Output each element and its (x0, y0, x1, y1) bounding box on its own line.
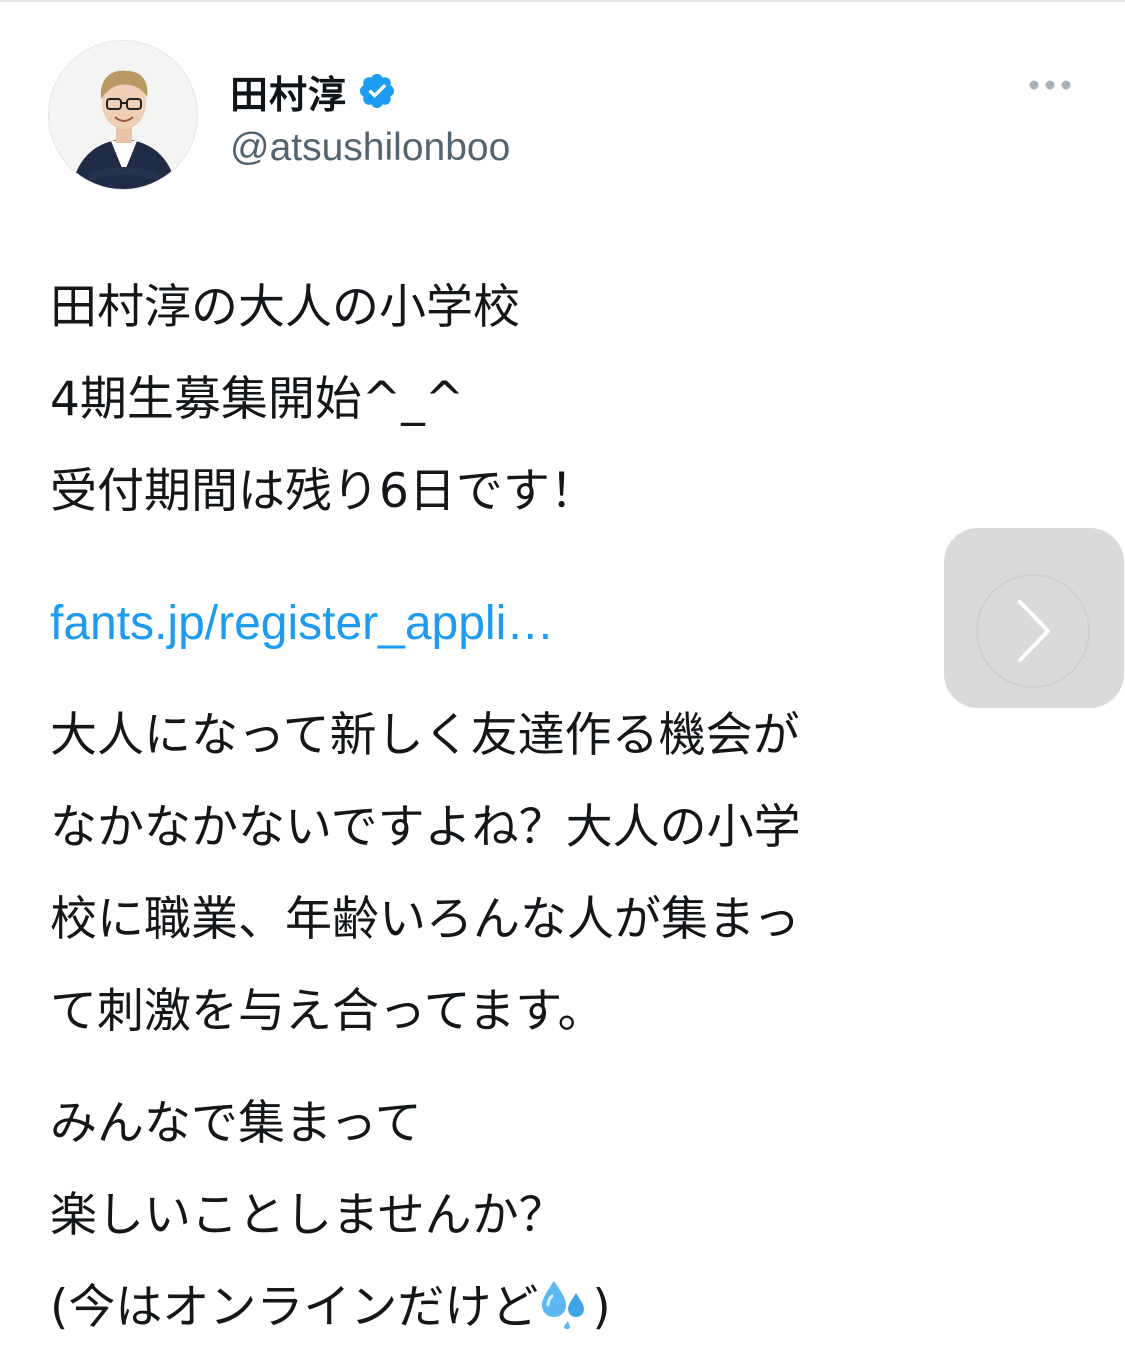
registration-link[interactable]: fants.jp/register_appli… (50, 578, 1050, 670)
text-line: 田村淳の大人の小学校 (50, 280, 520, 335)
paragraph-invitation: みんなで集まって 楽しいことしませんか？ (今はオンラインだけど ) (50, 1078, 1050, 1354)
text-line: 4期生募集開始^_^ (50, 372, 465, 427)
text-line: 校に職業、年齢いろんな人が集まっ (50, 892, 801, 947)
avatar[interactable] (48, 40, 198, 190)
text-line: 受付期間は残り6日です！ (50, 464, 597, 519)
text-fragment: ) (592, 1280, 611, 1335)
chevron-right-icon (1018, 600, 1050, 662)
more-horizontal-icon[interactable] (1028, 78, 1072, 92)
sweat-droplets-icon (542, 1281, 585, 1329)
tweet-text: 田村淳の大人の小学校 4期生募集開始^_^ 受付期間は残り6日です！ fants… (50, 262, 1050, 1354)
user-block: 田村淳 @atsushilonboo (230, 66, 510, 170)
text-line: て刺激を与え合ってます。 (50, 984, 605, 1039)
paragraph-announcement: 田村淳の大人の小学校 4期生募集開始^_^ 受付期間は残り6日です！ (50, 262, 1050, 538)
text-line: 大人になって新しく友達作る機会が (50, 708, 800, 763)
verified-badge-icon (359, 73, 395, 109)
text-line: みんなで集まって (50, 1096, 422, 1151)
tweet-header: 田村淳 @atsushilonboo (48, 40, 1078, 190)
text-line: 楽しいことしませんか？ (50, 1188, 566, 1243)
top-divider (0, 0, 1125, 2)
paragraph-description: 大人になって新しく友達作る機会が なかなかないですよね？大人の小学 校に職業、年… (50, 690, 1050, 1058)
text-line: なかなかないですよね？大人の小学 (50, 800, 801, 855)
avatar-photo-icon (49, 41, 197, 189)
display-name-row: 田村淳 (230, 64, 510, 119)
text-line-with-emoji: (今はオンラインだけど ) (50, 1262, 1050, 1354)
text-fragment: (今はオンラインだけど (50, 1280, 539, 1335)
handle[interactable]: @atsushilonboo (230, 126, 510, 170)
display-name[interactable]: 田村淳 (230, 64, 347, 119)
next-button[interactable] (944, 528, 1124, 708)
